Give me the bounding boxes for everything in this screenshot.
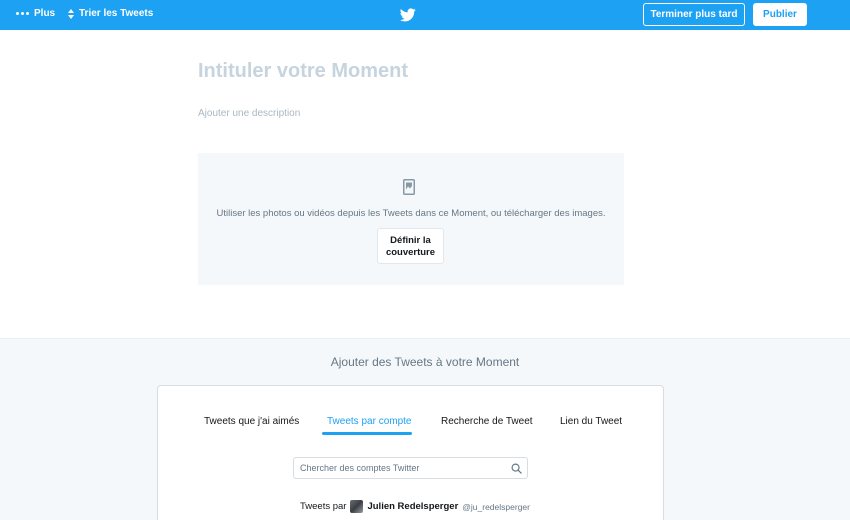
- set-cover-label-line1: Définir la: [390, 235, 431, 246]
- cover-help-text: Utiliser les photos ou vidéos depuis les…: [216, 208, 606, 219]
- top-bar: Plus Trier les Tweets Terminer plus tard…: [0, 0, 850, 30]
- active-tab-indicator: [322, 432, 412, 435]
- sort-label: Trier les Tweets: [79, 8, 154, 19]
- more-menu-button[interactable]: Plus: [16, 8, 55, 19]
- author-handle: @ju_redelsperger: [462, 501, 530, 512]
- add-tweets-panel: Tweets que j'ai aimés Tweets par compte …: [157, 385, 664, 520]
- tab-liked-tweets[interactable]: Tweets que j'ai aimés: [204, 416, 299, 427]
- more-label: Plus: [34, 8, 56, 19]
- avatar: [350, 500, 364, 513]
- moment-title-input[interactable]: Intituler votre Moment: [198, 60, 628, 83]
- search-icon[interactable]: [511, 463, 522, 474]
- set-cover-button[interactable]: Définir la couverture: [377, 228, 444, 264]
- cover-area: Utiliser les photos ou vidéos depuis les…: [198, 153, 624, 285]
- tab-tweet-link[interactable]: Lien du Tweet: [560, 416, 622, 427]
- publish-button[interactable]: Publier: [753, 3, 807, 26]
- sort-arrows-icon: [68, 8, 74, 19]
- author-name[interactable]: Julien Redelsperger: [367, 501, 458, 512]
- tab-tweet-search[interactable]: Recherche de Tweet: [441, 416, 533, 427]
- tab-tweets-by-account[interactable]: Tweets par compte: [327, 416, 411, 427]
- tweets-by-prefix: Tweets par: [300, 501, 347, 512]
- finish-later-button[interactable]: Terminer plus tard: [643, 3, 745, 26]
- add-tweets-section: Ajouter des Tweets à votre Moment Tweets…: [0, 338, 850, 520]
- set-cover-label-line2: couverture: [385, 247, 436, 258]
- sort-tweets-button[interactable]: Trier les Tweets: [68, 8, 153, 19]
- account-search-input[interactable]: [294, 458, 504, 478]
- tweets-by-account-line: Tweets par Julien Redelsperger @ju_redel…: [300, 500, 530, 513]
- more-dots-icon: [16, 12, 29, 15]
- twitter-bird-icon: [400, 8, 416, 22]
- account-search-box: [293, 457, 528, 479]
- moment-description-input[interactable]: Ajouter une description: [198, 108, 628, 119]
- add-tweets-title: Ajouter des Tweets à votre Moment: [330, 355, 520, 369]
- photo-icon: [403, 179, 415, 195]
